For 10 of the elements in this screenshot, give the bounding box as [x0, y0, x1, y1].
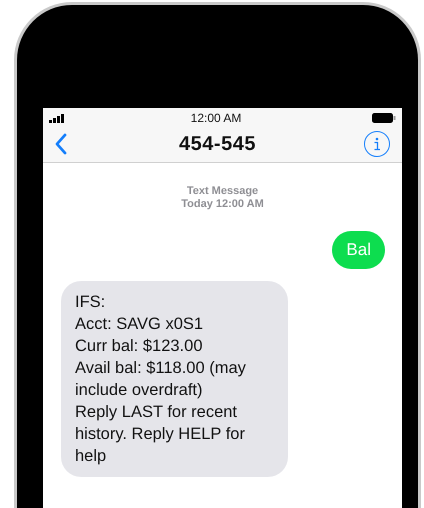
contact-title: 454-545 — [179, 132, 256, 157]
battery-icon — [372, 113, 396, 123]
sent-message-bubble: Bal — [332, 231, 385, 269]
status-time: 12:00 AM — [190, 110, 242, 127]
thread-time: Today 12:00 AM — [181, 198, 264, 211]
info-button[interactable] — [364, 131, 390, 157]
received-message-bubble: IFS: Acct: SAVG x0S1 Curr bal: $123.00 Avail bal: $118.00 (may include overdraft) Reply LAST for recent history. Reply HELP for help — [61, 281, 288, 477]
signal-icon — [49, 114, 66, 122]
thread-label: Text Message — [186, 185, 258, 198]
info-icon — [373, 137, 381, 151]
